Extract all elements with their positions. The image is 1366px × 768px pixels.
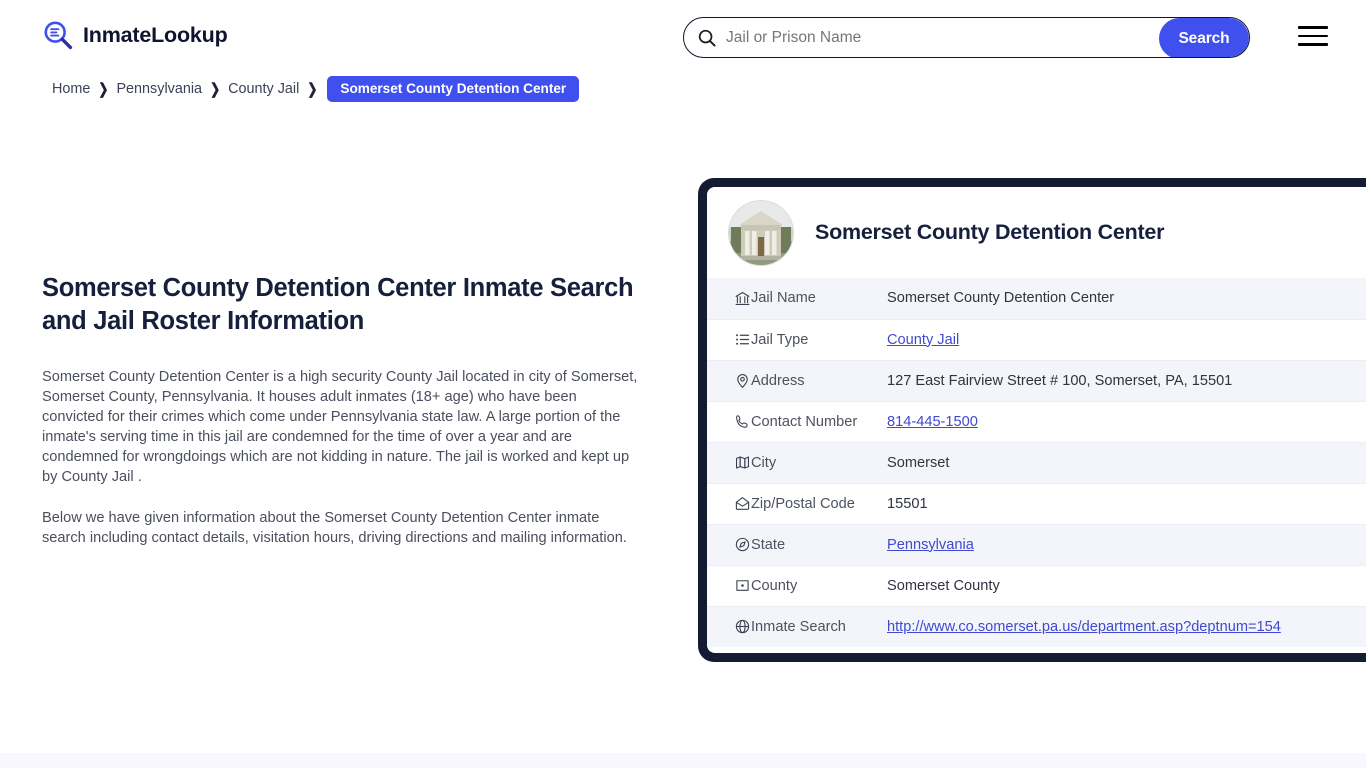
hamburger-menu-icon[interactable] <box>1296 22 1330 50</box>
search-input[interactable] <box>724 18 1154 57</box>
contact-number-link[interactable]: 814-445-1500 <box>887 414 978 430</box>
page-title: Somerset County Detention Center Inmate … <box>42 272 642 338</box>
county-badge-icon <box>707 565 751 606</box>
chevron-right-icon: ❯ <box>210 80 220 98</box>
brand-name: InmateLookup <box>83 23 228 48</box>
search-icon <box>698 29 716 47</box>
row-value: Somerset <box>887 442 1366 483</box>
compass-icon <box>707 524 751 565</box>
jail-info-card-body: Somerset County Detention Center Jail Na… <box>707 187 1366 653</box>
brand-logo-link[interactable]: InmateLookup <box>42 19 228 51</box>
page-bottom-strip <box>0 753 1366 768</box>
row-value: Somerset County <box>887 565 1366 606</box>
jail-info-card-title: Somerset County Detention Center <box>815 220 1164 245</box>
row-label: Zip/Postal Code <box>751 483 887 524</box>
table-row: County Somerset County <box>707 565 1366 606</box>
menu-line <box>1298 43 1328 46</box>
magnifier-logo-icon <box>42 19 74 51</box>
breadcrumb: Home ❯ Pennsylvania ❯ County Jail ❯ Some… <box>52 76 579 102</box>
intro-paragraph: Somerset County Detention Center is a hi… <box>42 367 642 487</box>
chevron-right-icon: ❯ <box>98 80 108 98</box>
table-row: Address 127 East Fairview Street # 100, … <box>707 360 1366 401</box>
breadcrumb-current-badge: Somerset County Detention Center <box>327 76 579 102</box>
row-value: http://www.co.somerset.pa.us/department.… <box>887 606 1366 647</box>
table-row: Jail Name Somerset County Detention Cent… <box>707 278 1366 319</box>
table-row: Zip/Postal Code 15501 <box>707 483 1366 524</box>
list-icon <box>707 319 751 360</box>
jail-info-card: Somerset County Detention Center Jail Na… <box>698 178 1366 662</box>
jail-details-table: Jail Name Somerset County Detention Cent… <box>707 278 1366 647</box>
row-label: Inmate Search <box>751 606 887 647</box>
state-link[interactable]: Pennsylvania <box>887 537 974 553</box>
row-label: City <box>751 442 887 483</box>
page-root: InmateLookup Search Home ❯ Pennsylvania … <box>0 0 1366 768</box>
table-row: Jail Type County Jail <box>707 319 1366 360</box>
menu-line <box>1298 35 1328 38</box>
row-label: Contact Number <box>751 401 887 442</box>
row-value: 814-445-1500 <box>887 401 1366 442</box>
menu-line <box>1298 26 1328 29</box>
row-label: County <box>751 565 887 606</box>
jail-building-photo <box>729 201 793 265</box>
row-label: Address <box>751 360 887 401</box>
jail-type-link[interactable]: County Jail <box>887 332 959 348</box>
map-pin-icon <box>707 360 751 401</box>
row-value: Somerset County Detention Center <box>887 278 1366 319</box>
row-value: 15501 <box>887 483 1366 524</box>
row-label: State <box>751 524 887 565</box>
phone-icon <box>707 401 751 442</box>
search-button[interactable]: Search <box>1159 18 1249 58</box>
envelope-icon <box>707 483 751 524</box>
jail-info-card-header: Somerset County Detention Center <box>707 187 1366 278</box>
row-label: Jail Name <box>751 278 887 319</box>
site-header: InmateLookup Search <box>0 0 1366 72</box>
table-row: Inmate Search http://www.co.somerset.pa.… <box>707 606 1366 647</box>
table-row: Contact Number 814-445-1500 <box>707 401 1366 442</box>
bank-icon <box>707 278 751 319</box>
article-column: Somerset County Detention Center Inmate … <box>42 272 642 548</box>
table-row: City Somerset <box>707 442 1366 483</box>
table-row: State Pennsylvania <box>707 524 1366 565</box>
row-value: County Jail <box>887 319 1366 360</box>
row-value: 127 East Fairview Street # 100, Somerset… <box>887 360 1366 401</box>
map-icon <box>707 442 751 483</box>
chevron-right-icon: ❯ <box>307 80 317 98</box>
breadcrumb-item-pennsylvania[interactable]: Pennsylvania <box>116 81 202 97</box>
inmate-search-link[interactable]: http://www.co.somerset.pa.us/department.… <box>887 619 1281 635</box>
breadcrumb-item-county-jail[interactable]: County Jail <box>228 81 299 97</box>
secondary-paragraph: Below we have given information about th… <box>42 508 642 548</box>
row-label: Jail Type <box>751 319 887 360</box>
search-bar: Search <box>683 17 1250 58</box>
globe-icon <box>707 606 751 647</box>
breadcrumb-item-home[interactable]: Home <box>52 81 90 97</box>
row-value: Pennsylvania <box>887 524 1366 565</box>
